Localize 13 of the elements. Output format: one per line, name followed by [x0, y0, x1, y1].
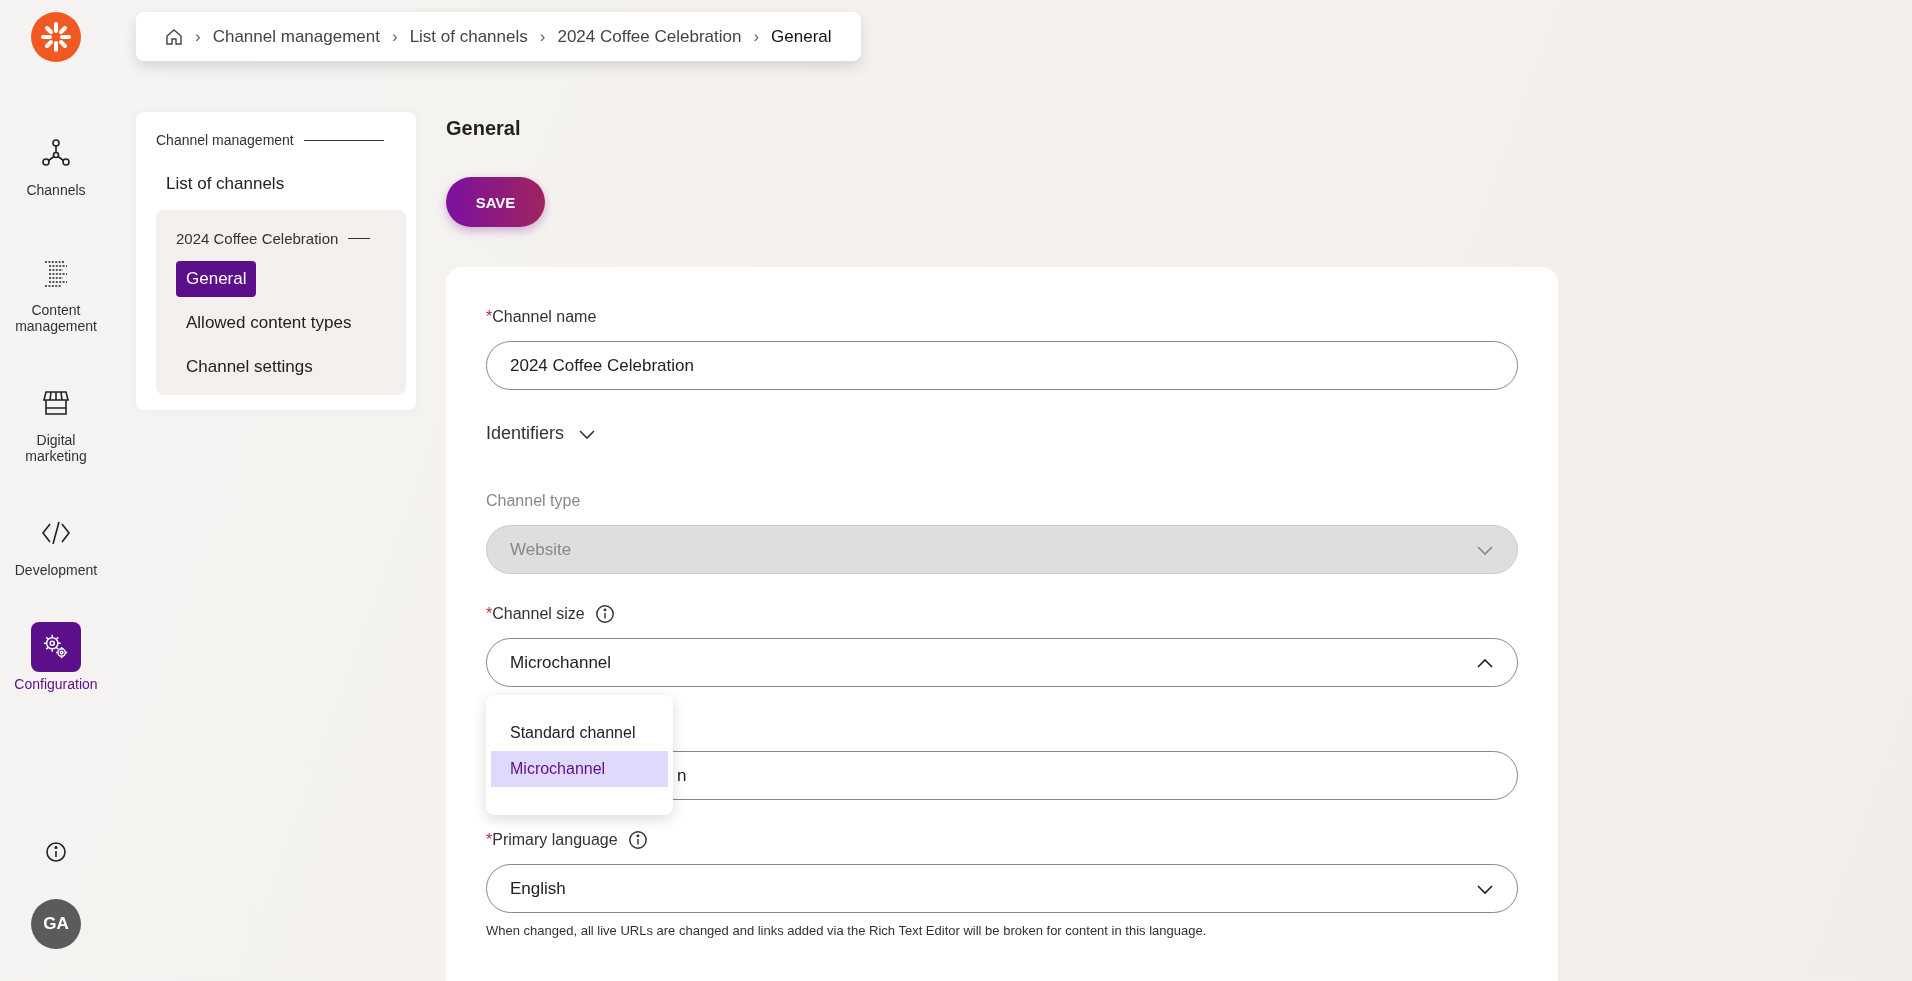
field-label: *Channel name — [486, 308, 597, 326]
field-label: Channel type — [486, 492, 581, 510]
chevron-icon: › — [539, 26, 546, 47]
field-label: *Channel size — [486, 605, 585, 623]
chevron-icon: › — [753, 26, 760, 47]
chevron-icon: › — [195, 26, 201, 47]
field-label: *Primary language — [486, 831, 618, 849]
select-field: Website — [486, 525, 1518, 574]
help-text: When changed, all live URLs are changed and links added via the Rich Text Editor will be broken for content in this language. — [486, 923, 1208, 938]
chevron-icon: › — [391, 26, 398, 47]
group-heading: 2024 Coffee Celebration — [176, 230, 339, 247]
section-heading: Channel management — [156, 132, 294, 148]
page-title: General — [446, 117, 522, 140]
